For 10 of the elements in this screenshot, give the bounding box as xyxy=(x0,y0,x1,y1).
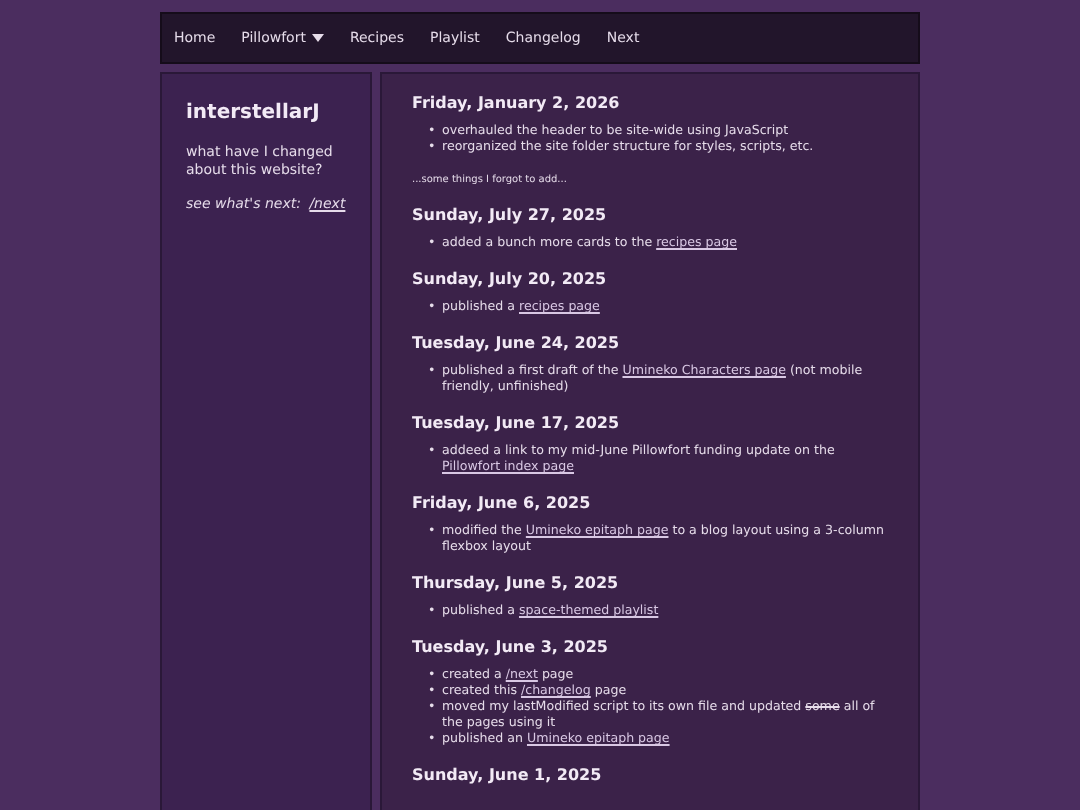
date-heading: Tuesday, June 3, 2025 xyxy=(412,638,610,658)
site-title: interstellarJ xyxy=(186,100,322,128)
date-heading: Sunday, July 27, 2025 xyxy=(412,206,609,226)
date-heading: Friday, June 6, 2025 xyxy=(412,494,593,514)
date-heading: Thursday, June 5, 2025 xyxy=(412,574,621,594)
date-heading: Friday, January 2, 2026 xyxy=(412,94,622,114)
date-heading: Tuesday, June 24, 2025 xyxy=(412,334,622,354)
date-heading: Tuesday, June 17, 2025 xyxy=(412,414,622,434)
date-heading: Sunday, July 20, 2025 xyxy=(412,270,609,290)
date-heading: Sunday, June 1, 2025 xyxy=(412,766,604,786)
